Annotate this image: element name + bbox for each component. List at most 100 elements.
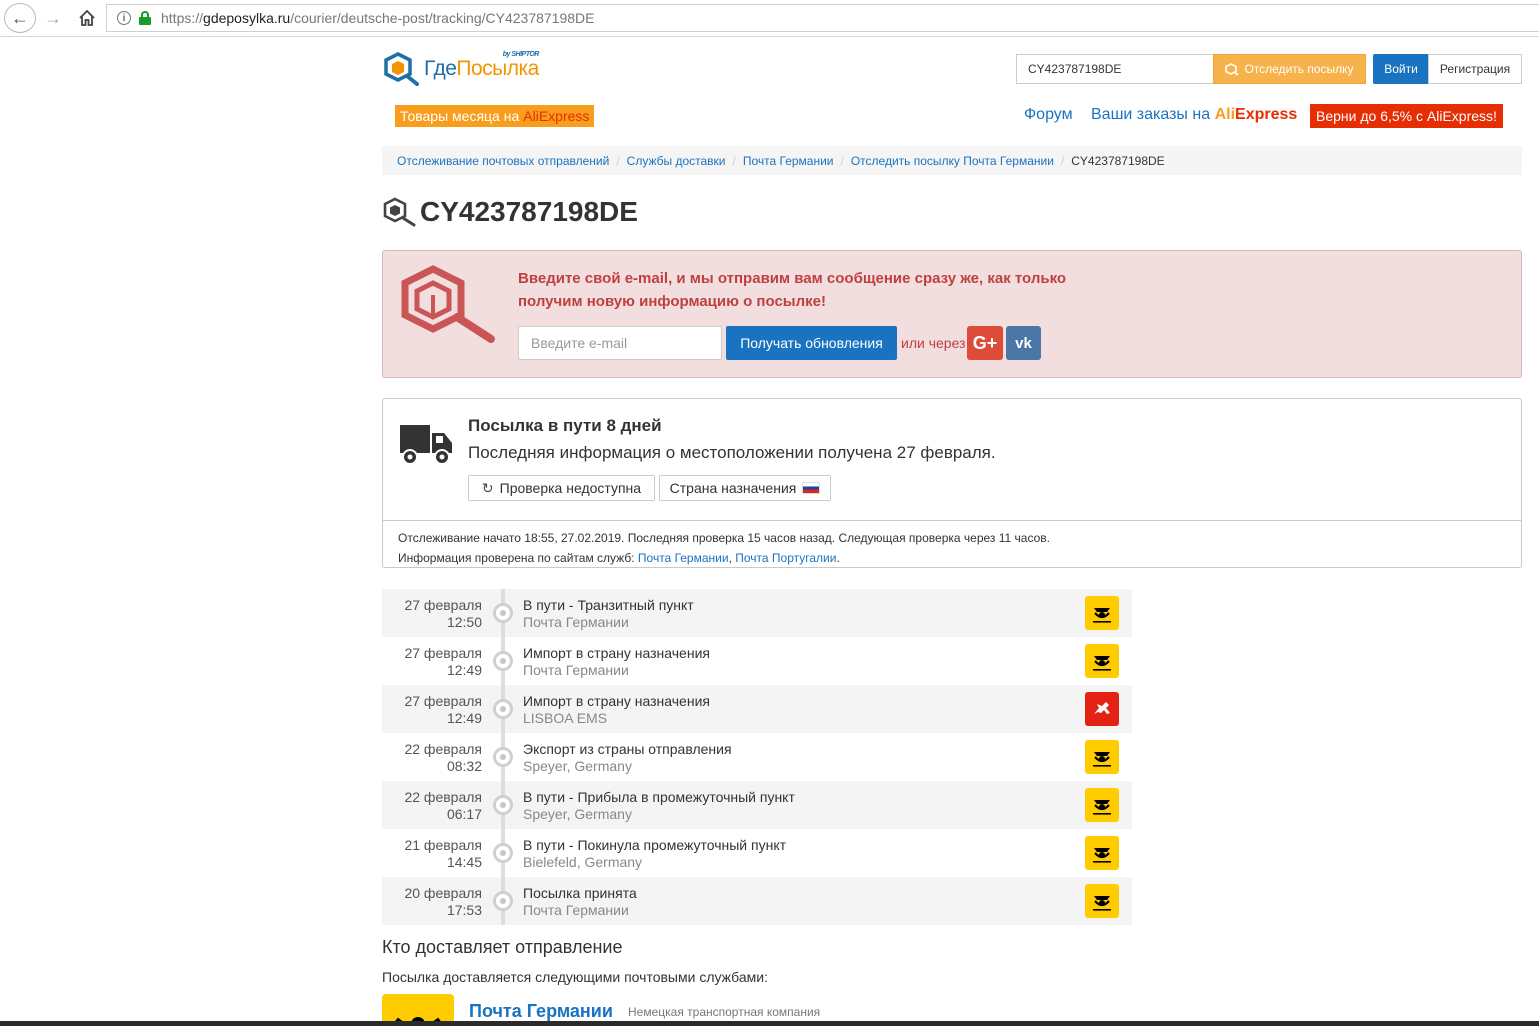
site-logo[interactable]: ГдеПосылка by SHIPTOR <box>382 51 539 86</box>
track-parcel-label: Отследить посылку <box>1244 62 1354 76</box>
timeline-row: 20 февраля 17:53 Посылка принята Почта Герм… <box>382 877 1132 925</box>
deutsche-post-link[interactable]: Почта Германии <box>638 551 729 565</box>
event-time: 12:50 <box>446 614 482 630</box>
event-datetime: 27 февраля 12:49 <box>404 645 482 679</box>
event-info: Импорт в страну назначения LISBOA EMS <box>523 693 710 727</box>
event-info: В пути - Транзитный пункт Почта Германии <box>523 597 694 631</box>
home-icon[interactable] <box>74 6 100 30</box>
event-date: 27 февраля <box>404 693 482 709</box>
event-date: 20 февраля <box>404 885 482 901</box>
carrier-name-link[interactable]: Почта Германии <box>469 1001 613 1022</box>
event-date: 27 февраля <box>404 645 482 661</box>
destination-country-button[interactable]: Страна назначения <box>659 475 831 501</box>
logo-icon <box>384 52 419 86</box>
event-time: 08:32 <box>446 758 482 774</box>
lock-icon <box>139 11 151 25</box>
deutsche-post-logo-icon[interactable] <box>1085 836 1119 870</box>
tracking-search-input[interactable]: CY423787198DE <box>1016 54 1213 84</box>
parcel-search-icon <box>383 197 416 227</box>
vk-button[interactable]: vk <box>1006 326 1041 360</box>
check-status-button[interactable]: ↻ Проверка недоступна <box>468 475 655 501</box>
destination-label: Страна назначения <box>669 480 797 496</box>
carriers-subtitle: Посылка доставляется следующими почтовым… <box>382 969 768 985</box>
event-place: Почта Германии <box>523 662 629 678</box>
russia-flag-icon <box>802 482 821 494</box>
breadcrumb-tracking[interactable]: Отслеживание почтовых отправлений <box>397 154 609 168</box>
event-status: Импорт в страну назначения <box>523 693 710 709</box>
carriers-title: Кто доставляет отправление <box>382 937 623 957</box>
deutsche-post-logo-icon[interactable] <box>1085 740 1119 774</box>
timeline-dot-icon <box>493 843 513 863</box>
forward-arrow-icon[interactable]: → <box>40 6 66 30</box>
logo-text-part1: Где <box>424 57 457 80</box>
event-info: Импорт в страну назначения Почта Германии <box>523 645 710 679</box>
timeline-row: 27 февраля 12:50 В пути - Транзитный пункт… <box>382 589 1132 637</box>
event-status: Экспорт из страны отправления <box>523 741 732 757</box>
parcel-search-icon <box>1225 62 1239 76</box>
timeline-row: 27 февраля 12:49 Импорт в страну назначени… <box>382 685 1132 733</box>
truck-icon <box>400 425 452 465</box>
info-icon[interactable]: i <box>117 11 131 25</box>
event-status: В пути - Покинула промежуточный пункт <box>523 837 787 853</box>
event-time: 12:49 <box>446 662 482 678</box>
subscribe-message: Введите свой e-mail, и мы отправим вам с… <box>518 270 1067 310</box>
timeline-dot-icon <box>493 699 513 719</box>
breadcrumb-current: CY423787198DE <box>1071 153 1165 168</box>
event-datetime: 22 февраля 08:32 <box>404 741 482 775</box>
deutsche-post-logo-icon[interactable] <box>1085 596 1119 630</box>
aliexpress-promo-banner[interactable]: Товары месяца на AliExpress <box>395 105 595 127</box>
email-field[interactable]: Введите e-mail <box>518 326 722 360</box>
event-status: В пути - Транзитный пункт <box>523 597 694 613</box>
deutsche-post-logo-icon[interactable] <box>1085 788 1119 822</box>
portugal-post-link[interactable]: Почта Португалии <box>735 551 836 565</box>
timeline-dot-icon <box>493 795 513 815</box>
timeline-row: 22 февраля 08:32 Экспорт из страны отправл… <box>382 733 1132 781</box>
url-scheme: https:// <box>161 10 204 26</box>
cashback-banner[interactable]: Верни до 6,5% с AliExpress! <box>1310 104 1503 128</box>
timeline-dot-icon <box>493 891 513 911</box>
event-place: LISBOA EMS <box>523 710 608 726</box>
event-datetime: 21 февраля 14:45 <box>404 837 482 871</box>
timeline-dot-icon <box>493 603 513 623</box>
breadcrumb-deutsche-post[interactable]: Почта Германии <box>743 154 834 168</box>
event-place: Speyer, Germany <box>523 758 632 774</box>
register-button[interactable]: Регистрация <box>1428 54 1522 84</box>
event-info: Посылка принята Почта Германии <box>523 885 637 919</box>
browser-toolbar: ← → i https://gdeposylka.ru/courier/deut… <box>0 0 1539 37</box>
page-title-row: CY423787198DE <box>382 196 638 228</box>
page-title: CY423787198DE <box>420 196 638 227</box>
event-time: 17:53 <box>446 902 482 918</box>
orders-ali-part1: Ali <box>1214 106 1236 123</box>
subscribe-button[interactable]: Получать обновления <box>726 326 897 360</box>
login-button[interactable]: Войти <box>1373 54 1429 84</box>
ctt-portugal-logo-icon[interactable] <box>1085 692 1119 726</box>
promo-text: Товары месяца на <box>400 108 520 124</box>
event-datetime: 27 февраля 12:49 <box>404 693 482 727</box>
google-plus-button[interactable]: G+ <box>967 326 1003 360</box>
check-status-label: Проверка недоступна <box>499 480 642 496</box>
aliexpress-orders-link[interactable]: Ваши заказы на AliExpress <box>1091 106 1297 124</box>
timeline-dot-icon <box>493 651 513 671</box>
timeline-row: 27 февраля 12:49 Импорт в страну назначени… <box>382 637 1132 685</box>
os-taskbar <box>0 1021 1539 1026</box>
breadcrumb-track-deutsche-post[interactable]: Отследить посылку Почта Германии <box>851 154 1054 168</box>
event-date: 22 февраля <box>404 789 482 805</box>
breadcrumb-services[interactable]: Службы доставки <box>627 154 726 168</box>
parcel-status-panel: Посылка в пути 8 дней Последняя информац… <box>382 398 1522 568</box>
track-parcel-button[interactable]: Отследить посылку <box>1213 54 1366 84</box>
email-subscribe-alert: Введите свой e-mail, и мы отправим вам с… <box>382 250 1522 378</box>
event-date: 21 февраля <box>404 837 482 853</box>
tracking-info-prefix: Информация проверена по сайтам служб: <box>398 551 635 565</box>
logo-text-part2: Посылка <box>456 57 539 80</box>
back-arrow-icon[interactable]: ← <box>4 3 36 33</box>
status-title: Посылка в пути 8 дней <box>468 416 662 435</box>
forum-link[interactable]: Форум <box>1024 106 1073 124</box>
event-status: Посылка принята <box>523 885 637 901</box>
deutsche-post-logo-icon[interactable] <box>1085 884 1119 918</box>
deutsche-post-logo-icon[interactable] <box>1085 644 1119 678</box>
timeline-dot-icon <box>493 747 513 767</box>
event-time: 12:49 <box>446 710 482 726</box>
event-info: Экспорт из страны отправления Speyer, Ger… <box>523 741 732 775</box>
address-bar[interactable]: i https://gdeposylka.ru/courier/deutsche… <box>106 4 1539 32</box>
url-host: gdeposylka.ru <box>203 10 291 26</box>
